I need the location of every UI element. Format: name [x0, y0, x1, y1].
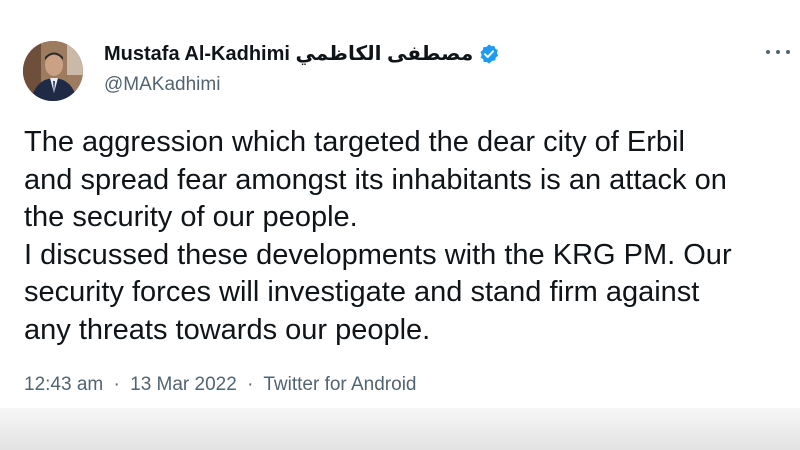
more-dot [776, 50, 780, 54]
more-dot [766, 50, 770, 54]
tweet-time[interactable]: 12:43 am [24, 374, 103, 395]
bottom-fade-bar [0, 408, 800, 450]
tweet-text-line: The aggression which targeted the dear c… [24, 126, 685, 158]
more-options-icon[interactable] [766, 46, 790, 58]
more-dot [786, 50, 790, 54]
tweet-meta: 12:43 am · 13 Mar 2022 · Twitter for And… [24, 374, 416, 396]
tweet-source[interactable]: Twitter for Android [263, 374, 416, 395]
author-display-name[interactable]: Mustafa Al-Kadhimi مصطفى الكاظمي [104, 42, 473, 66]
avatar-image [23, 41, 83, 101]
tweet-text-line: and spread fear amongst its inhabitants … [24, 163, 727, 196]
tweet-card: Mustafa Al-Kadhimi مصطفى الكاظمي @MAKadh… [0, 0, 800, 450]
tweet-text-line: security forces will investigate and sta… [24, 276, 700, 308]
verified-badge-icon [478, 43, 500, 65]
meta-separator: · [113, 374, 120, 395]
tweet-text-line: I discussed these developments with the … [24, 238, 732, 271]
avatar[interactable] [23, 41, 83, 101]
tweet-text-line: the security of our people. [24, 201, 358, 233]
tweet-date[interactable]: 13 Mar 2022 [130, 374, 237, 395]
tweet-text-line: any threats towards our people. [24, 313, 431, 346]
author-handle[interactable]: @MAKadhimi [104, 73, 500, 97]
tweet-text: The aggression which targeted the dear c… [24, 124, 794, 349]
meta-separator: · [247, 374, 254, 395]
tweet-author: Mustafa Al-Kadhimi مصطفى الكاظمي @MAKadh… [104, 41, 500, 97]
author-name-row: Mustafa Al-Kadhimi مصطفى الكاظمي [104, 41, 500, 67]
